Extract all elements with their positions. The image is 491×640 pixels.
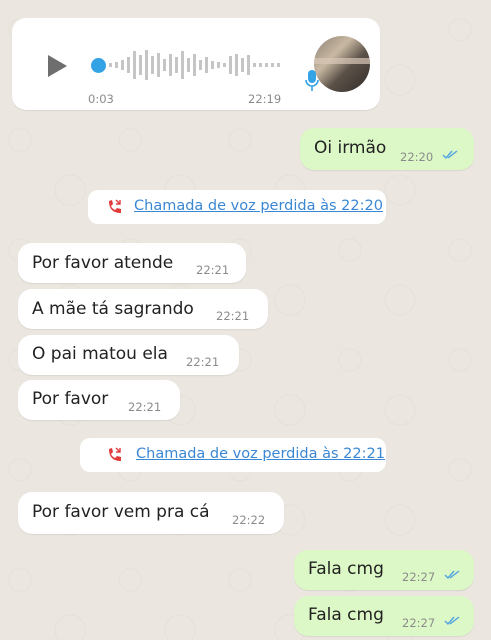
playback-scrubber[interactable] (91, 58, 106, 73)
message-time: 22:22 (232, 513, 266, 527)
message-text: Por favor (32, 389, 109, 409)
missed-call-notice[interactable]: Chamada de voz perdida às 22:20 (88, 190, 386, 224)
message-text: Fala cmg (308, 605, 384, 625)
message-text: Fala cmg (308, 559, 384, 579)
message-in[interactable]: A mãe tá sagrando 22:21 (18, 289, 268, 329)
missed-call-icon (109, 199, 121, 213)
message-time: 22:21 (196, 263, 230, 277)
voice-duration: 0:03 (88, 92, 114, 106)
play-icon[interactable] (48, 55, 67, 77)
message-in[interactable]: Por favor 22:21 (18, 380, 180, 420)
message-in[interactable]: Por favor atende 22:21 (18, 243, 246, 283)
message-time: 22:21 (128, 400, 162, 414)
waveform (109, 50, 280, 80)
read-ticks-icon (444, 570, 460, 580)
microphone-icon (305, 70, 319, 91)
message-out[interactable]: Oi irmão 22:20 (300, 128, 474, 170)
message-text: A mãe tá sagrando (32, 299, 194, 319)
missed-call-icon (109, 447, 121, 461)
message-time: 22:27 (402, 570, 436, 584)
message-in[interactable]: Por favor vem pra cá 22:22 (18, 492, 284, 534)
message-out[interactable]: Fala cmg 22:27 (294, 550, 474, 590)
missed-call-notice[interactable]: Chamada de voz perdida às 22:21 (80, 438, 386, 472)
read-ticks-icon (444, 616, 460, 626)
voice-time: 22:19 (248, 92, 282, 106)
message-time: 22:21 (186, 355, 220, 369)
message-text: Por favor atende (32, 253, 174, 273)
message-text: O pai matou ela (32, 344, 168, 364)
message-text: Por favor vem pra cá (32, 502, 210, 522)
message-out[interactable]: Fala cmg 22:27 (294, 596, 474, 636)
message-time: 22:21 (216, 309, 250, 323)
read-ticks-icon (442, 150, 458, 160)
message-time: 22:20 (400, 150, 434, 164)
missed-call-label[interactable]: Chamada de voz perdida às 22:21 (136, 446, 385, 462)
message-time: 22:27 (402, 616, 436, 630)
missed-call-label[interactable]: Chamada de voz perdida às 22:20 (134, 198, 383, 214)
message-in[interactable]: O pai matou ela 22:21 (18, 335, 239, 375)
sender-avatar[interactable] (314, 36, 370, 92)
message-text: Oi irmão (314, 138, 387, 158)
voice-message-bubble[interactable]: 0:03 22:19 (12, 18, 380, 110)
